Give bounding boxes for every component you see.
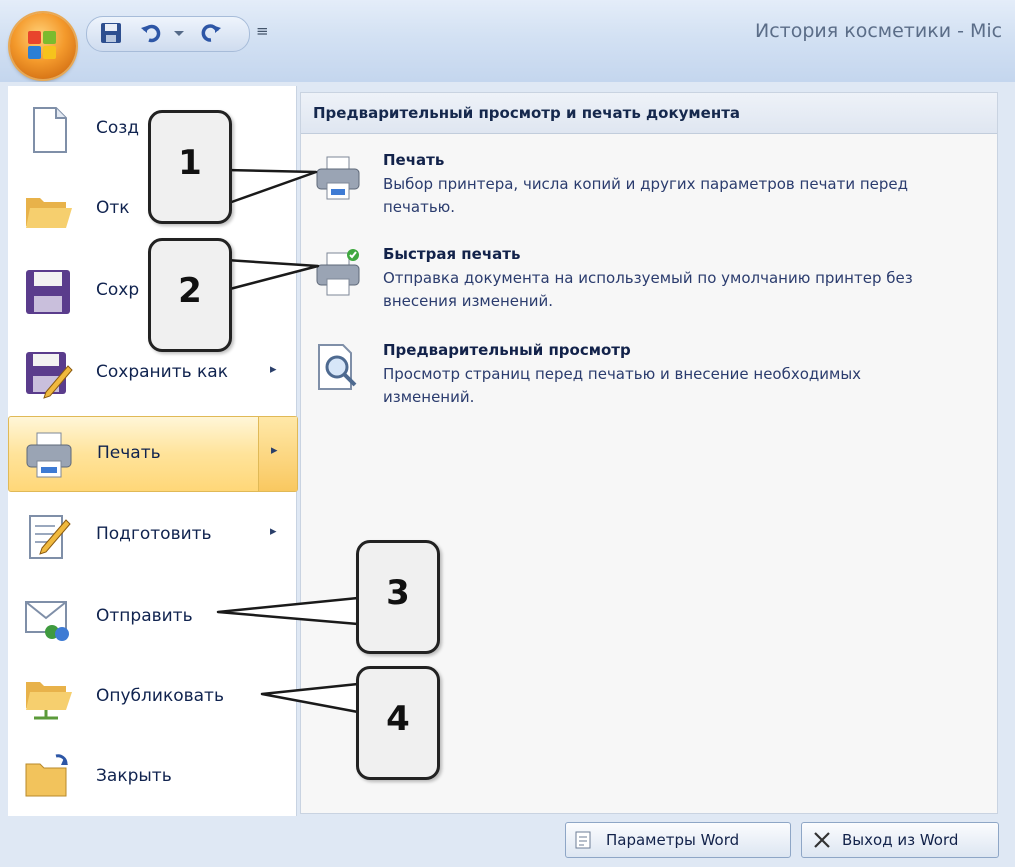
callout-1: 1 [148,110,232,224]
callout-number: 1 [178,143,202,183]
callout-number: 3 [386,573,410,613]
callout-number: 2 [178,271,202,311]
callout-4: 4 [356,666,440,780]
callout-2: 2 [148,238,232,352]
callout-3: 3 [356,540,440,654]
callout-number: 4 [386,699,410,739]
